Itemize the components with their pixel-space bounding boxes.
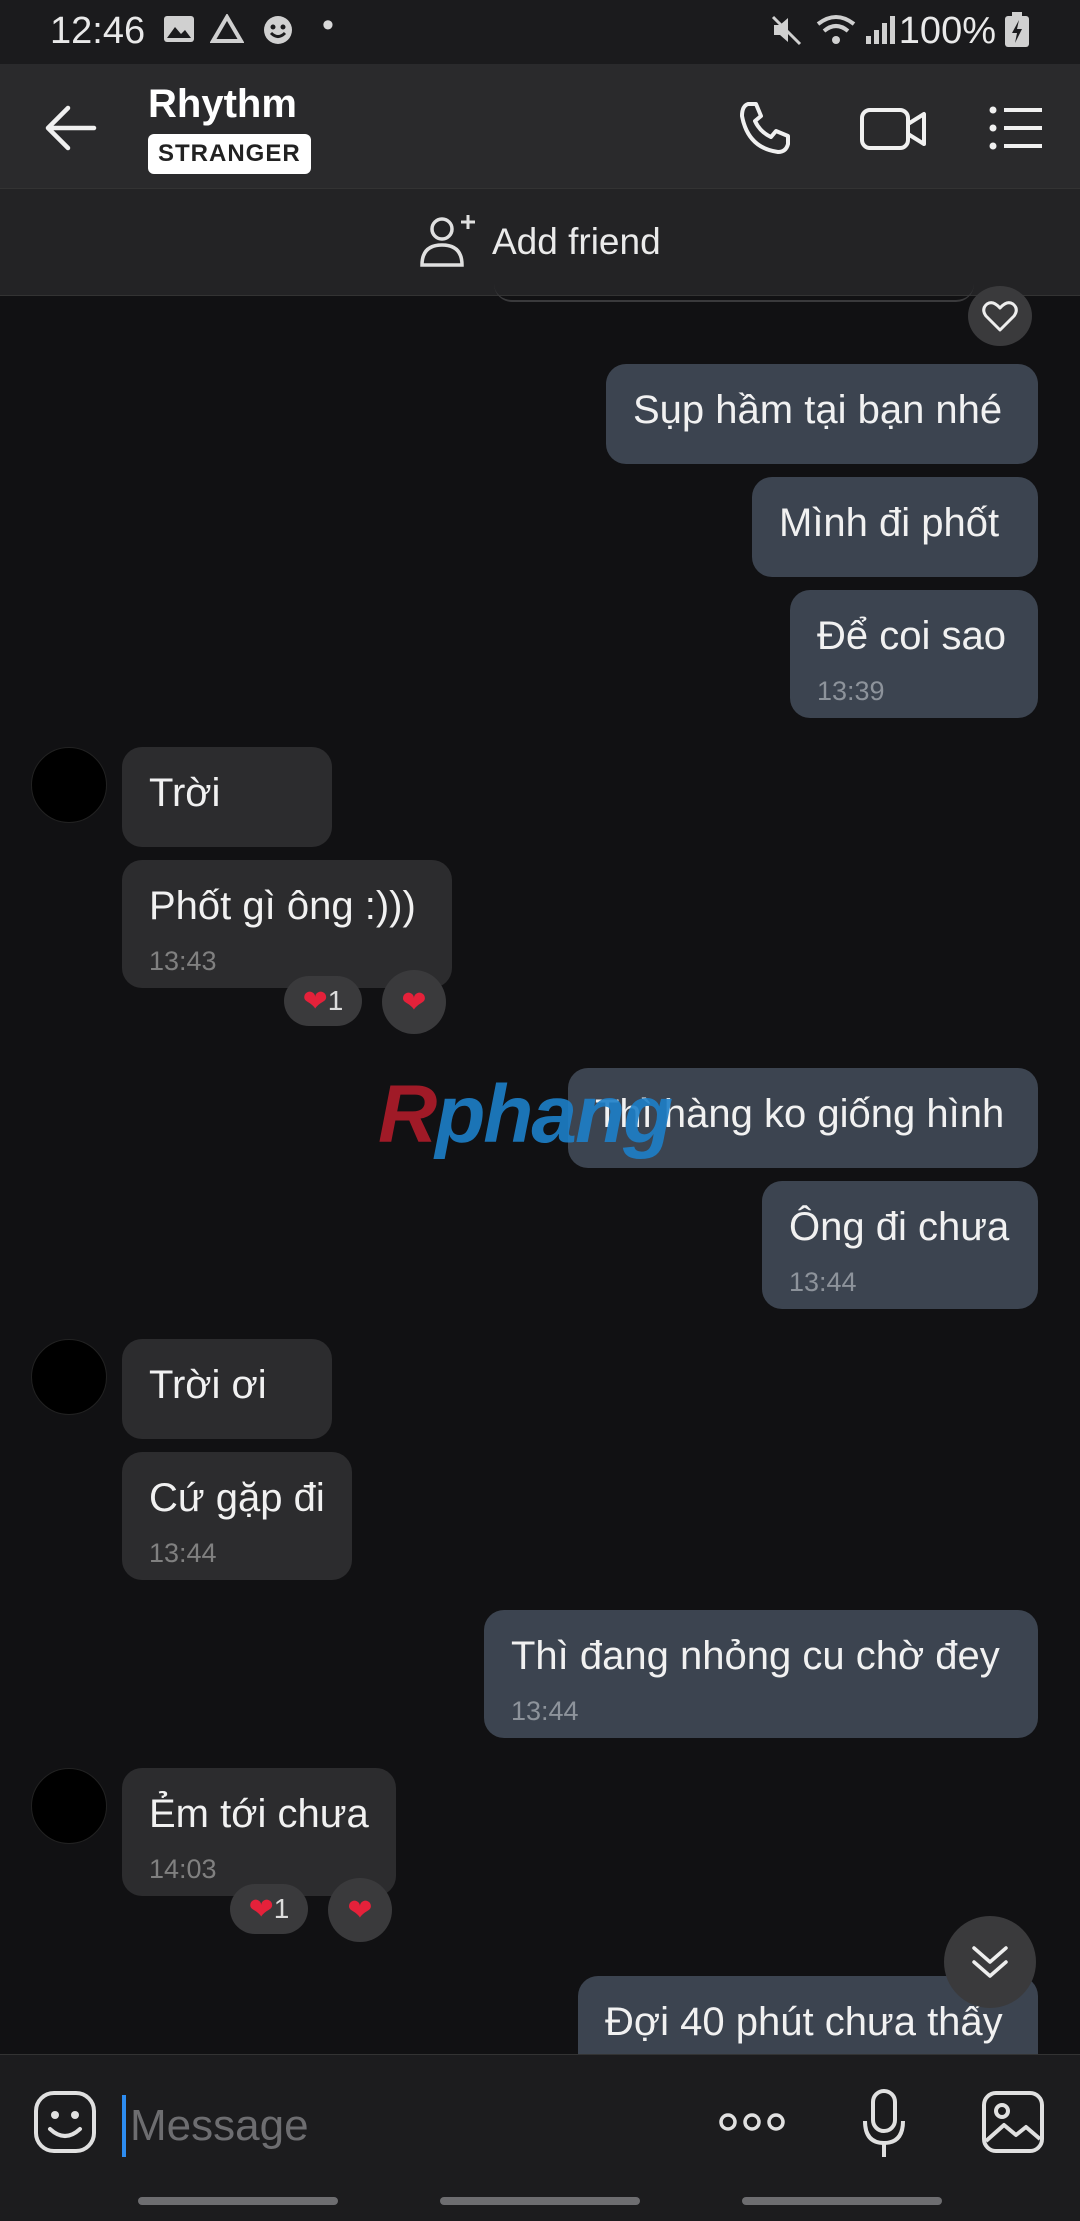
message-text: Phốt gì ông :))) [149,884,416,928]
nav-bar-segment [138,2197,338,2205]
message-time: 13:44 [149,1538,217,1568]
message-time: 13:43 [149,946,217,976]
message-time: 13:44 [789,1267,857,1297]
message-bubble-incoming[interactable]: Trời [122,747,332,847]
message-bubble-outgoing[interactable]: Để coi sao 13:39 [790,590,1038,718]
battery-icon [1004,12,1030,56]
avatar[interactable] [31,1339,107,1415]
phone-icon[interactable] [734,98,798,158]
message-text: Trời ơi [149,1363,267,1407]
status-time: 12:46 [50,10,146,52]
chat-header: Rhythm STRANGER [0,64,1080,188]
compose-bar [0,2054,1080,2221]
wifi-icon [816,14,856,54]
message-bubble-outgoing[interactable]: Thì đang nhỏng cu chờ đey 13:44 [484,1610,1038,1738]
message-text: Ẻm tới chưa [149,1792,369,1836]
mute-icon [770,14,804,54]
message-bubble-incoming[interactable]: Phốt gì ông :))) 13:43 [122,860,452,988]
image-icon [162,14,196,52]
message-bubble-outgoing[interactable]: Sụp hầm tại bạn nhé [606,364,1038,464]
message-text: Để coi sao [817,614,1006,658]
message-bubble-incoming[interactable]: Cứ gặp đi 13:44 [122,1452,352,1580]
message-bubble-outgoing[interactable]: Mình đi phốt [752,477,1038,577]
add-friend-label: Add friend [492,221,661,262]
sticker-icon[interactable] [32,2089,98,2155]
reaction-count[interactable]: ❤ 1 [230,1884,308,1934]
reaction-count[interactable]: ❤ 1 [284,976,362,1026]
video-icon[interactable] [858,98,930,158]
reaction-heart-button[interactable]: ❤ [328,1878,392,1942]
message-time: 13:44 [511,1696,579,1726]
heart-icon: ❤ [302,984,328,1018]
reaction-heart-button[interactable]: ❤ [382,970,446,1034]
heart-icon: ❤ [248,1892,274,1926]
status-bar: 12:46 • 100% [0,0,1080,64]
message-time: 13:39 [817,676,885,706]
message-bubble-incoming[interactable]: Ẻm tới chưa 14:03 [122,1768,396,1896]
message-text: Thì đang nhỏng cu chờ đey [511,1634,1000,1678]
avatar[interactable] [31,1768,107,1844]
more-options-icon[interactable] [716,2107,788,2137]
message-text: Cứ gặp đi [149,1476,325,1520]
gallery-icon[interactable] [980,2089,1046,2155]
message-text: Trời [149,771,221,815]
drive-icon [209,13,245,52]
message-text: Mình đi phốt [779,501,1000,545]
emoji-icon [262,14,294,54]
nav-bar-segment [440,2197,640,2205]
signal-icon [864,14,898,54]
add-friend-icon [418,213,478,269]
watermark-logo: Rphang [378,1069,673,1160]
battery-level: 100% [898,10,996,52]
previous-bubble-edge [494,270,974,302]
back-arrow-icon[interactable] [40,100,100,156]
dot-icon: • [322,6,334,44]
message-text: Ông đi chưa [789,1205,1010,1249]
message-bubble-incoming[interactable]: Trời ơi [122,1339,332,1439]
avatar[interactable] [31,747,107,823]
nav-bar-segment [742,2197,942,2205]
scroll-to-bottom-button[interactable] [944,1916,1036,2008]
message-text: Sụp hầm tại bạn nhé [633,388,1003,432]
stranger-badge: STRANGER [148,134,311,174]
message-time: 14:03 [149,1854,217,1884]
microphone-icon[interactable] [860,2087,908,2161]
message-input[interactable] [122,2095,632,2157]
menu-icon[interactable] [986,98,1046,158]
reaction-heart-button[interactable] [968,286,1032,346]
heart-icon: ❤ [347,1893,373,1927]
heart-icon: ❤ [401,985,427,1019]
message-text: Đợi 40 phút chưa thấy [605,2000,1003,2044]
message-bubble-outgoing[interactable]: Ông đi chưa 13:44 [762,1181,1038,1309]
contact-name[interactable]: Rhythm [148,82,297,127]
